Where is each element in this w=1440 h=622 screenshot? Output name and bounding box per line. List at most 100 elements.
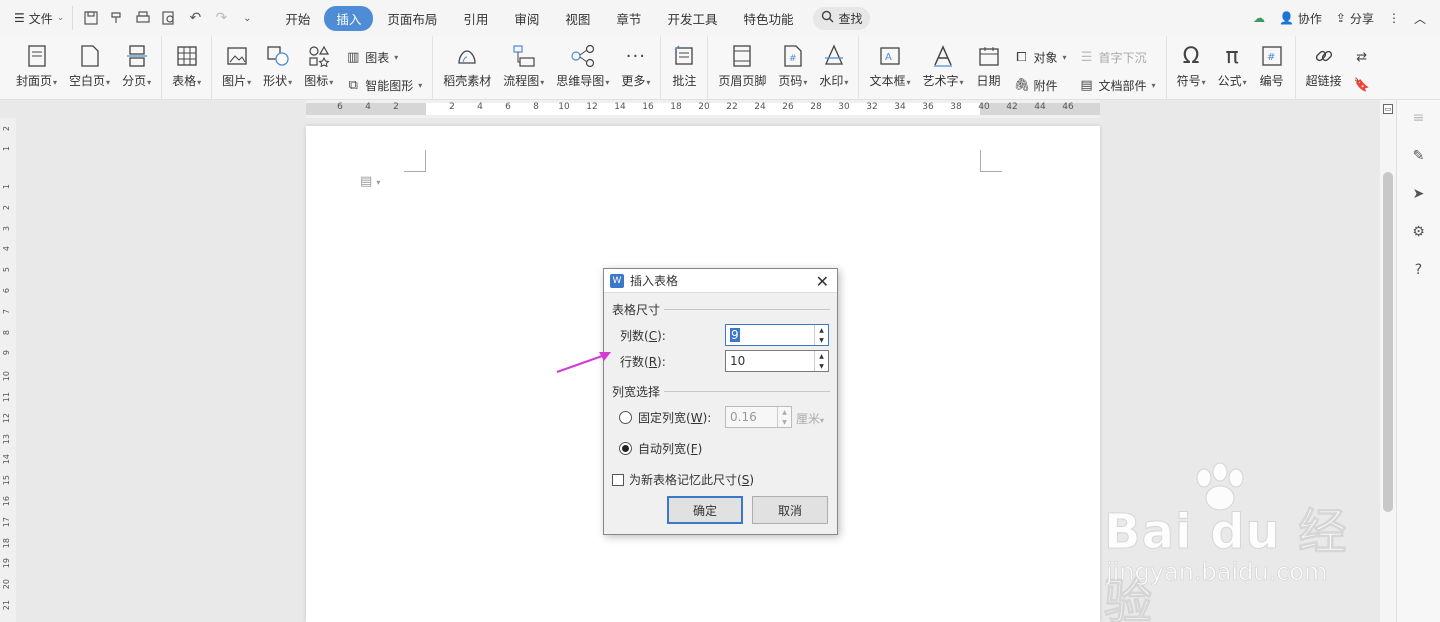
menu-bar: ☰ 文件 ⌄ ↶ ↷ ⌄ 开始 插入 页面布局 引用 审阅 视图 章节 开发工具… bbox=[0, 0, 1440, 36]
columns-label-suffix: ): bbox=[657, 328, 666, 343]
textbox-button[interactable]: A 文本框▾ bbox=[863, 36, 916, 100]
date-button[interactable]: 日期 bbox=[970, 36, 1008, 100]
fixed-width-radio[interactable] bbox=[619, 411, 632, 424]
paragraph-options-icon[interactable]: ▤ ▾ bbox=[360, 174, 380, 189]
tab-insert[interactable]: 插入 bbox=[324, 5, 374, 31]
smartart-button[interactable]: ⧉ 智能图形 ▾ bbox=[345, 74, 423, 96]
link-icon bbox=[1311, 42, 1337, 70]
vertical-ruler[interactable]: 2 1 1 2 3 4 5 6 7 8 9 10 11 12 13 14 15 16 17 18 19 20 21 bbox=[0, 118, 16, 622]
pen-icon[interactable]: ✎ bbox=[1407, 144, 1431, 168]
docpart-button[interactable]: ▤ 文档部件 ▾ bbox=[1079, 74, 1155, 96]
collab-button[interactable]: 👤 协作 bbox=[1279, 10, 1322, 27]
horizontal-ruler[interactable]: 6 4 2 2 4 6 8 10 12 14 16 18 20 22 24 26 28 30 32 34 36 38 40 4… bbox=[306, 100, 1100, 118]
icon-button[interactable]: 图标▾ bbox=[298, 36, 339, 100]
tab-features[interactable]: 特色功能 bbox=[731, 6, 805, 31]
picture-button[interactable]: 图片▾ bbox=[216, 36, 257, 100]
page-number-button[interactable]: # 页码▾ bbox=[772, 36, 813, 100]
cloud-sync-icon[interactable]: ☁ bbox=[1253, 11, 1265, 25]
material-icon bbox=[454, 42, 480, 70]
chart-button[interactable]: ▥ 图表 ▾ bbox=[345, 46, 422, 68]
cover-page-button[interactable]: 封面页▾ bbox=[10, 36, 63, 100]
search-button[interactable]: 查找 bbox=[813, 6, 871, 30]
spin-up-icon[interactable]: ▲ bbox=[778, 407, 791, 417]
comment-button[interactable]: 批注 bbox=[665, 36, 703, 100]
ruler-tick: 2 bbox=[393, 102, 399, 112]
fixed-width-spinner[interactable]: 0.16 ▲ ▼ bbox=[725, 406, 792, 428]
redo-icon[interactable]: ↷ bbox=[209, 6, 233, 30]
ruler-tick: 17 bbox=[2, 516, 11, 527]
more-options-icon[interactable]: ⋮ bbox=[1388, 11, 1400, 25]
save-icon[interactable] bbox=[79, 6, 103, 30]
share-button[interactable]: ⇪ 分享 bbox=[1336, 10, 1374, 27]
tab-section[interactable]: 章节 bbox=[604, 6, 653, 31]
auto-width-radio[interactable] bbox=[619, 442, 632, 455]
flowchart-button[interactable]: 流程图▾ bbox=[497, 36, 550, 100]
tab-review[interactable]: 审阅 bbox=[502, 6, 551, 31]
spin-down-icon[interactable]: ▼ bbox=[815, 335, 828, 345]
hyperlink-label: 超链接 bbox=[1305, 74, 1342, 88]
rows-input[interactable]: 10 bbox=[726, 351, 814, 371]
columns-spinner[interactable]: 9 ▲ ▼ bbox=[725, 324, 829, 346]
cancel-button[interactable]: 取消 bbox=[752, 496, 828, 524]
help-icon[interactable]: ? bbox=[1407, 258, 1431, 282]
print-icon[interactable] bbox=[131, 6, 155, 30]
customize-toolbar-icon[interactable]: ⌄ bbox=[235, 6, 259, 30]
spin-down-icon[interactable]: ▼ bbox=[815, 361, 828, 371]
numbering-button[interactable]: # 编号 bbox=[1253, 36, 1291, 100]
format-painter-icon[interactable] bbox=[105, 6, 129, 30]
mindmap-button[interactable]: 思维导图▾ bbox=[550, 36, 615, 100]
fixed-width-option[interactable]: 固定列宽(W): bbox=[619, 409, 711, 426]
vertical-scrollbar[interactable]: ▭ bbox=[1380, 100, 1396, 622]
header-footer-button[interactable]: 页眉页脚 bbox=[712, 36, 772, 100]
columns-hotkey: C bbox=[648, 328, 658, 343]
wordart-button[interactable]: 艺术字▾ bbox=[916, 36, 969, 100]
page-break-icon bbox=[124, 42, 150, 70]
collapse-ribbon-icon[interactable]: ︿ bbox=[1414, 10, 1426, 27]
dropcap-button[interactable]: ☰ 首字下沉 bbox=[1079, 46, 1156, 68]
object-button[interactable]: ⧠ 对象 ▾ bbox=[1014, 46, 1067, 68]
table-icon bbox=[174, 42, 200, 70]
fixed-width-input[interactable]: 0.16 bbox=[726, 407, 777, 427]
ok-button[interactable]: 确定 bbox=[667, 496, 743, 524]
attachment-button[interactable]: 🖇 附件 bbox=[1014, 74, 1067, 96]
formula-button[interactable]: π 公式▾ bbox=[1212, 36, 1253, 100]
page-break-button[interactable]: 分页▾ bbox=[116, 36, 157, 100]
shape-button[interactable]: 形状▾ bbox=[257, 36, 298, 100]
spin-down-icon[interactable]: ▼ bbox=[778, 417, 791, 427]
remember-size-checkbox[interactable] bbox=[612, 473, 624, 486]
unit-dropdown[interactable]: 厘米▾ bbox=[796, 410, 824, 427]
hyperlink-button[interactable]: 超链接 bbox=[1300, 36, 1348, 100]
symbol-button[interactable]: Ω 符号▾ bbox=[1171, 36, 1212, 100]
cross-reference-button[interactable]: ⇄ bbox=[1354, 46, 1370, 68]
file-menu[interactable]: ☰ 文件 ⌄ bbox=[0, 0, 72, 36]
rows-spinner[interactable]: 10 ▲ ▼ bbox=[725, 350, 829, 372]
menu-lines-icon[interactable]: ≡ bbox=[1407, 106, 1431, 130]
columns-label: 列数( bbox=[620, 329, 649, 343]
bookmark-button[interactable]: 🔖 bbox=[1354, 74, 1370, 96]
table-button[interactable]: 表格▾ bbox=[166, 36, 207, 100]
columns-input[interactable]: 9 bbox=[730, 328, 740, 342]
undo-icon[interactable]: ↶ bbox=[183, 6, 207, 30]
auto-width-option[interactable]: 自动列宽(F) bbox=[619, 440, 702, 457]
close-icon[interactable]: ✕ bbox=[816, 272, 829, 291]
tab-references[interactable]: 引用 bbox=[451, 6, 500, 31]
ruler-tick: 12 bbox=[586, 102, 598, 112]
ruler-toggle-icon[interactable]: ▭ bbox=[1383, 104, 1393, 114]
scrollbar-thumb[interactable] bbox=[1383, 172, 1393, 512]
tab-view[interactable]: 视图 bbox=[553, 6, 602, 31]
tab-page-layout[interactable]: 页面布局 bbox=[375, 6, 449, 31]
sliders-icon[interactable]: ⚙ bbox=[1407, 220, 1431, 244]
tab-developer[interactable]: 开发工具 bbox=[655, 6, 729, 31]
watermark-button[interactable]: 水印▾ bbox=[813, 36, 854, 100]
spin-up-icon[interactable]: ▲ bbox=[815, 351, 828, 361]
cursor-select-icon[interactable]: ➤ bbox=[1407, 182, 1431, 206]
more-button[interactable]: ··· 更多▾ bbox=[615, 36, 656, 100]
tab-start[interactable]: 开始 bbox=[273, 6, 322, 31]
remember-size-option[interactable]: 为新表格记忆此尺寸(S) bbox=[612, 471, 754, 488]
page-number-icon: # bbox=[780, 42, 806, 70]
caret-icon: ▾ bbox=[1062, 52, 1067, 62]
print-preview-icon[interactable] bbox=[157, 6, 181, 30]
material-button[interactable]: 稻壳素材 bbox=[437, 36, 497, 100]
blank-page-button[interactable]: 空白页▾ bbox=[63, 36, 116, 100]
spin-up-icon[interactable]: ▲ bbox=[815, 325, 828, 335]
